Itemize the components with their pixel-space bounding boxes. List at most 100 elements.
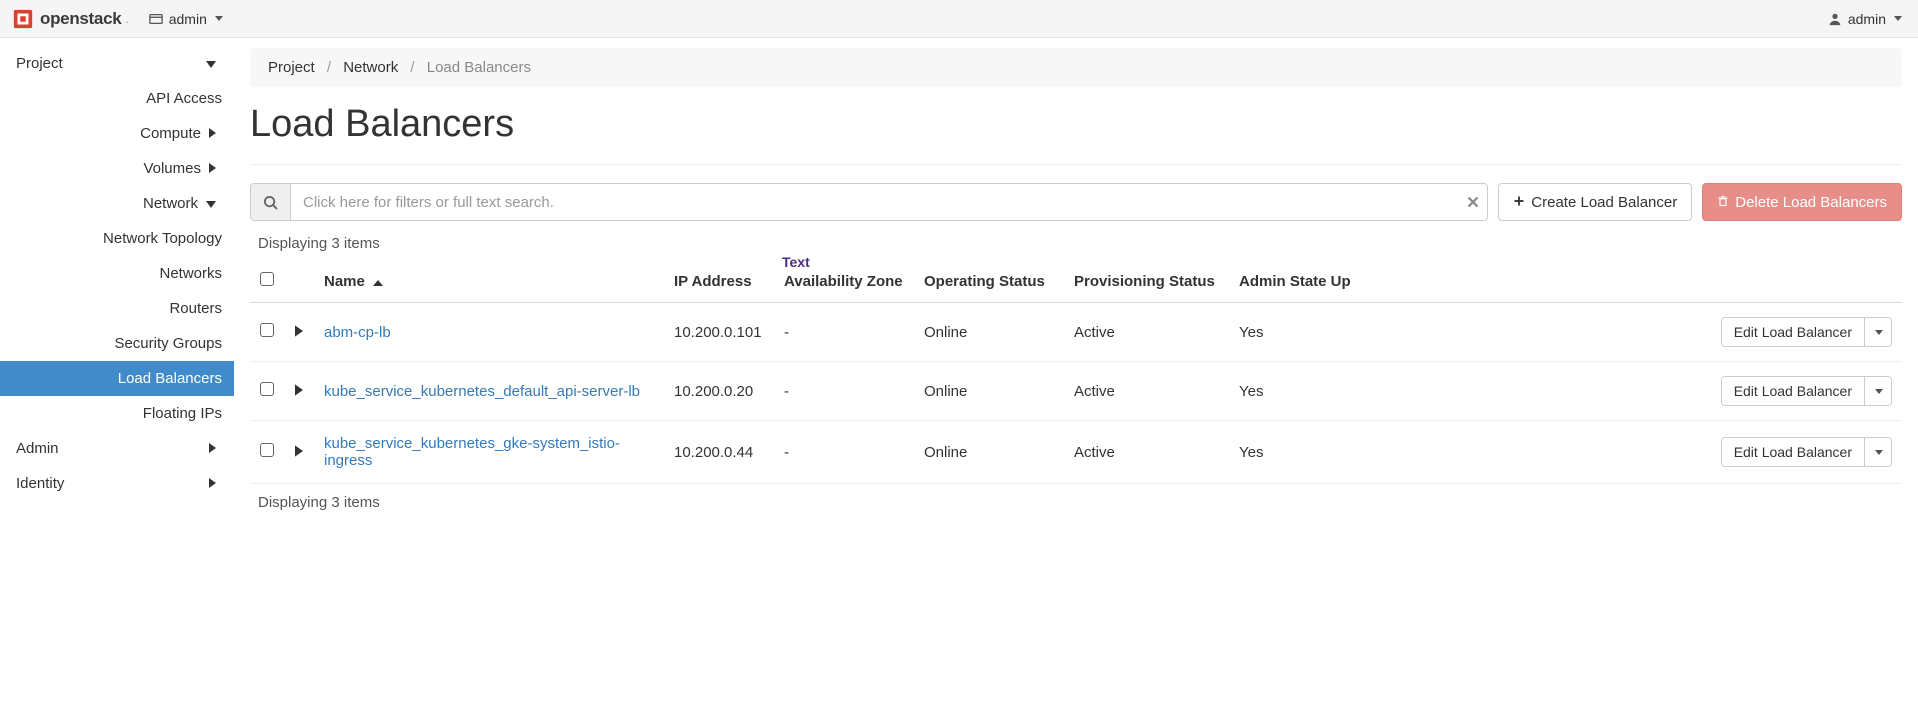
col-operating-status[interactable]: Operating Status	[914, 260, 1064, 303]
col-provisioning-status[interactable]: Provisioning Status	[1064, 260, 1229, 303]
search-icon[interactable]	[251, 184, 291, 220]
brand-text: openstack	[40, 9, 121, 29]
sidebar: Project API Access Compute Volumes Netwo…	[0, 38, 234, 535]
toolbar: Create Load Balancer Delete Load Balance…	[250, 183, 1902, 221]
brand[interactable]: openstack.	[12, 8, 129, 30]
expand-row-icon[interactable]	[295, 444, 303, 461]
plus-icon	[1513, 194, 1525, 211]
row-action-group: Edit Load Balancer	[1721, 437, 1892, 467]
cell-operating-status: Online	[914, 362, 1064, 421]
col-name[interactable]: Name	[314, 260, 664, 303]
search-input[interactable]	[291, 184, 1459, 220]
create-load-balancer-button[interactable]: Create Load Balancer	[1498, 183, 1692, 221]
expand-row-icon[interactable]	[295, 324, 303, 341]
user-icon	[1828, 12, 1842, 26]
sidebar-identity[interactable]: Identity	[0, 466, 234, 501]
sidebar-item-floating-ips[interactable]: Floating IPs	[0, 396, 234, 431]
select-all-checkbox[interactable]	[260, 272, 274, 286]
cell-az: -	[774, 303, 914, 362]
sidebar-item-network-topology[interactable]: Network Topology	[0, 221, 234, 256]
sidebar-project[interactable]: Project	[0, 46, 234, 81]
sidebar-admin[interactable]: Admin	[0, 431, 234, 466]
page-title: Load Balancers	[250, 103, 1902, 146]
col-ip[interactable]: IP Address	[664, 260, 774, 303]
row-checkbox[interactable]	[260, 443, 274, 457]
breadcrumb: Project / Network / Load Balancers	[250, 48, 1902, 87]
cell-ip: 10.200.0.44	[664, 421, 774, 484]
table-row: kube_service_kubernetes_default_api-serv…	[250, 362, 1902, 421]
col-az[interactable]: Text Availability Zone	[774, 260, 914, 303]
chevron-right-icon	[209, 440, 216, 457]
chevron-right-icon	[209, 160, 216, 177]
sidebar-compute[interactable]: Compute	[0, 116, 234, 151]
cell-ip: 10.200.0.20	[664, 362, 774, 421]
sidebar-item-load-balancers[interactable]: Load Balancers	[0, 361, 234, 396]
expand-row-icon[interactable]	[295, 383, 303, 400]
cell-az: -	[774, 362, 914, 421]
row-action-dropdown[interactable]	[1864, 438, 1891, 466]
project-picker-label: admin	[169, 11, 207, 27]
col-admin-state-up[interactable]: Admin State Up	[1229, 260, 1374, 303]
project-picker[interactable]: admin	[149, 11, 223, 27]
caret-down-icon	[1875, 450, 1883, 455]
delete-load-balancers-button[interactable]: Delete Load Balancers	[1702, 183, 1902, 221]
edit-load-balancer-button[interactable]: Edit Load Balancer	[1722, 318, 1864, 346]
cell-provisioning-status: Active	[1064, 303, 1229, 362]
openstack-logo-icon	[12, 8, 34, 30]
caret-down-icon	[1875, 330, 1883, 335]
cell-admin-state-up: Yes	[1229, 303, 1374, 362]
breadcrumb-current: Load Balancers	[427, 59, 531, 76]
search-clear-icon[interactable]	[1459, 184, 1487, 220]
cell-operating-status: Online	[914, 303, 1064, 362]
col-select-all	[250, 260, 284, 303]
divider	[250, 164, 1902, 165]
caret-down-icon	[1894, 16, 1902, 21]
row-checkbox[interactable]	[260, 323, 274, 337]
cell-ip: 10.200.0.101	[664, 303, 774, 362]
trash-icon	[1717, 194, 1729, 211]
load-balancer-name-link[interactable]: kube_service_kubernetes_default_api-serv…	[324, 383, 640, 400]
cell-az: -	[774, 421, 914, 484]
load-balancers-table: Name IP Address Text Availability Zone O…	[250, 260, 1902, 484]
row-action-dropdown[interactable]	[1864, 377, 1891, 405]
caret-down-icon	[1875, 389, 1883, 394]
sidebar-volumes[interactable]: Volumes	[0, 151, 234, 186]
chevron-right-icon	[209, 125, 216, 142]
cell-operating-status: Online	[914, 421, 1064, 484]
cell-admin-state-up: Yes	[1229, 362, 1374, 421]
displaying-count-bottom: Displaying 3 items	[258, 494, 1902, 511]
table-row: kube_service_kubernetes_gke-system_istio…	[250, 421, 1902, 484]
row-action-group: Edit Load Balancer	[1721, 376, 1892, 406]
sort-asc-icon	[373, 273, 383, 290]
sidebar-item-networks[interactable]: Networks	[0, 256, 234, 291]
breadcrumb-project[interactable]: Project	[268, 59, 315, 76]
overlay-text-annotation: Text	[782, 254, 810, 270]
cell-admin-state-up: Yes	[1229, 421, 1374, 484]
search-group	[250, 183, 1488, 221]
main-content: Project / Network / Load Balancers Load …	[234, 38, 1918, 535]
load-balancer-name-link[interactable]: kube_service_kubernetes_gke-system_istio…	[324, 435, 620, 469]
sidebar-item-security-groups[interactable]: Security Groups	[0, 326, 234, 361]
chevron-down-icon	[206, 195, 216, 212]
table-row: abm-cp-lb 10.200.0.101 - Online Active Y…	[250, 303, 1902, 362]
cell-provisioning-status: Active	[1064, 421, 1229, 484]
edit-load-balancer-button[interactable]: Edit Load Balancer	[1722, 438, 1864, 466]
user-menu[interactable]: admin	[1828, 11, 1902, 27]
edit-load-balancer-button[interactable]: Edit Load Balancer	[1722, 377, 1864, 405]
caret-down-icon	[215, 16, 223, 21]
load-balancer-name-link[interactable]: abm-cp-lb	[324, 324, 391, 341]
cell-provisioning-status: Active	[1064, 362, 1229, 421]
chevron-right-icon	[209, 475, 216, 492]
project-icon	[149, 12, 163, 26]
sidebar-item-routers[interactable]: Routers	[0, 291, 234, 326]
top-navbar: openstack. admin admin	[0, 0, 1918, 38]
row-action-dropdown[interactable]	[1864, 318, 1891, 346]
displaying-count-top: Displaying 3 items	[258, 235, 1902, 252]
sidebar-api-access[interactable]: API Access	[0, 81, 234, 116]
col-expand	[284, 260, 314, 303]
row-checkbox[interactable]	[260, 382, 274, 396]
sidebar-network[interactable]: Network	[0, 186, 234, 221]
chevron-down-icon	[206, 55, 216, 72]
breadcrumb-network[interactable]: Network	[343, 59, 398, 76]
row-action-group: Edit Load Balancer	[1721, 317, 1892, 347]
